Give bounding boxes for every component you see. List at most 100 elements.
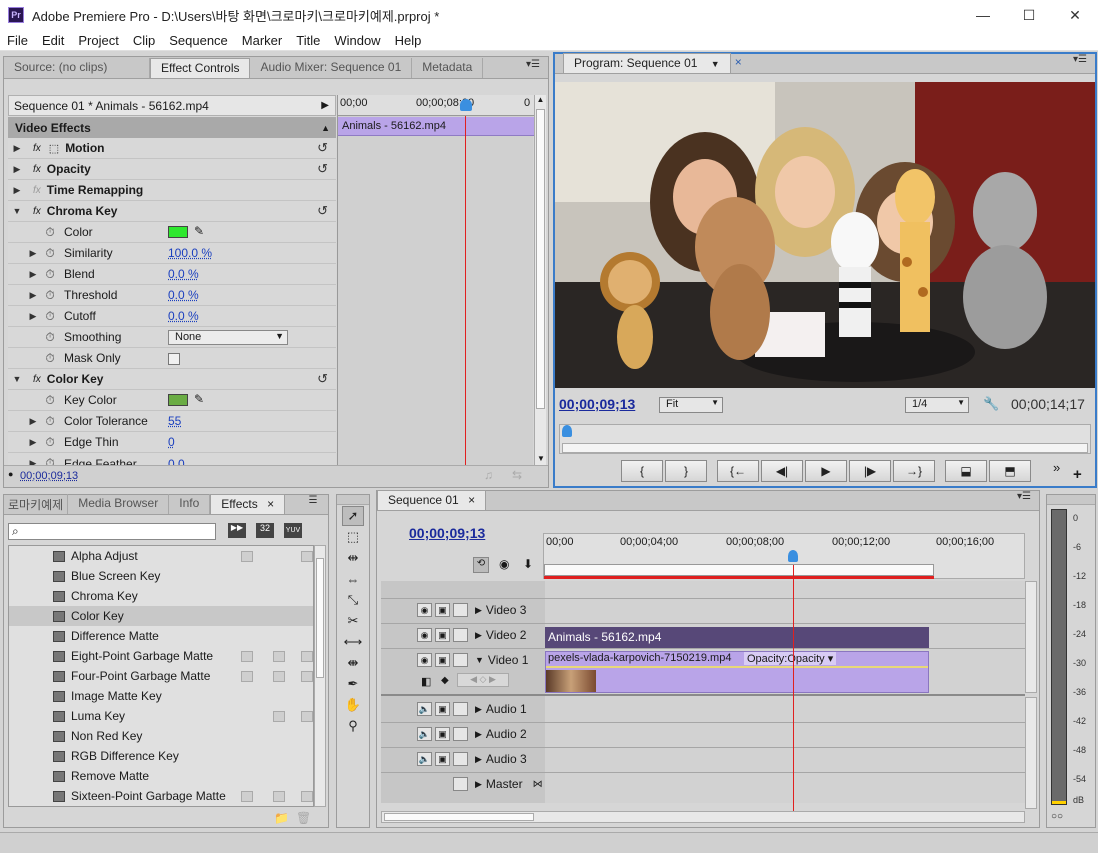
- expand-triangle-icon[interactable]: ▶: [11, 143, 23, 154]
- mask-only-checkbox[interactable]: [168, 353, 180, 365]
- vertical-scrollbar[interactable]: ▲ ▼: [534, 95, 546, 465]
- toggle-audio-icon[interactable]: ⇆: [512, 468, 522, 482]
- expand-triangle-icon[interactable]: ▶: [475, 630, 482, 641]
- list-item[interactable]: RGB Difference Key: [9, 746, 313, 766]
- rate-stretch-tool-icon[interactable]: ⤡: [342, 590, 364, 610]
- slide-tool-icon[interactable]: ⇼: [342, 653, 364, 673]
- tab-audio-mixer[interactable]: Audio Mixer: Sequence 01: [250, 58, 413, 78]
- stopwatch-icon[interactable]: ⏱: [42, 351, 58, 366]
- list-item[interactable]: Luma Key: [9, 706, 313, 726]
- scroll-thumb[interactable]: [536, 109, 545, 409]
- zoom-select[interactable]: Fit ▼: [659, 397, 723, 413]
- menu-project[interactable]: Project: [71, 33, 125, 48]
- list-item[interactable]: Alpha Adjust: [9, 546, 313, 566]
- pen-tool-icon[interactable]: ✒: [342, 674, 364, 694]
- list-item[interactable]: Sixteen-Point Garbage Matte: [9, 786, 313, 806]
- expand-triangle-icon[interactable]: ▶: [475, 779, 482, 790]
- reset-icon[interactable]: ↺: [317, 203, 328, 219]
- delete-icon[interactable]: 🗑: [296, 811, 311, 825]
- slip-tool-icon[interactable]: ⟷: [342, 632, 364, 652]
- expand-triangle-icon[interactable]: ▶: [27, 290, 39, 301]
- accelerated-effects-icon[interactable]: ▶▶: [228, 523, 246, 538]
- effect-row-chroma-key[interactable]: ▼ fx Chroma Key ↺: [8, 201, 336, 222]
- expand-triangle-icon[interactable]: ▶: [27, 437, 39, 448]
- mark-out-button[interactable]: }: [665, 460, 707, 482]
- expand-triangle-icon[interactable]: ▶: [475, 704, 482, 715]
- close-tab-icon[interactable]: ×: [267, 497, 274, 511]
- minimize-button[interactable]: —: [960, 0, 1006, 30]
- clip-animals[interactable]: Animals - 56162.mp4: [545, 627, 929, 648]
- fx-icon[interactable]: fx: [33, 164, 41, 175]
- opacity-fx-dropdown[interactable]: Opacity:Opacity ▾: [744, 652, 837, 665]
- close-button[interactable]: ✕: [1052, 0, 1098, 30]
- effect-row-color-key[interactable]: ▼ fx Color Key ↺: [8, 369, 336, 390]
- step-forward-button[interactable]: |▶: [849, 460, 891, 482]
- mini-clip-bar[interactable]: Animals - 56162.mp4: [338, 117, 534, 136]
- scroll-thumb[interactable]: [316, 558, 324, 678]
- key-color-swatch[interactable]: [168, 394, 188, 406]
- video-scrollbar[interactable]: [1025, 581, 1037, 693]
- menu-edit[interactable]: Edit: [35, 33, 71, 48]
- lock-toggle-icon[interactable]: [453, 777, 468, 791]
- menu-file[interactable]: File: [0, 33, 35, 48]
- expand-triangle-icon[interactable]: ▶: [11, 164, 23, 175]
- opacity-rubberband[interactable]: [546, 666, 928, 668]
- mark-in-button[interactable]: {: [621, 460, 663, 482]
- tab-media-browser[interactable]: Media Browser: [68, 494, 170, 514]
- resolution-select[interactable]: 1/4 ▼: [905, 397, 969, 413]
- playhead-handle-icon[interactable]: [788, 550, 798, 562]
- list-item[interactable]: Blue Screen Key: [9, 566, 313, 586]
- go-to-out-button[interactable]: →}: [893, 460, 935, 482]
- expand-triangle-icon[interactable]: ▶: [27, 416, 39, 427]
- lock-toggle-icon[interactable]: [453, 727, 468, 741]
- expand-triangle-icon[interactable]: ▶: [27, 458, 39, 465]
- menu-marker[interactable]: Marker: [235, 33, 289, 48]
- chroma-color-swatch[interactable]: [168, 226, 188, 238]
- program-current-timecode[interactable]: 00;00;09;13: [559, 396, 635, 412]
- list-item[interactable]: Eight-Point Garbage Matte: [9, 646, 313, 666]
- list-item[interactable]: Difference Matte: [9, 626, 313, 646]
- sync-lock-icon[interactable]: ▣: [435, 628, 450, 642]
- stopwatch-icon[interactable]: ⏱: [42, 246, 58, 261]
- list-item[interactable]: Non Red Key: [9, 726, 313, 746]
- track-select-tool-icon[interactable]: ⬚: [342, 527, 364, 547]
- menu-window[interactable]: Window: [327, 33, 387, 48]
- panel-menu-icon[interactable]: ▾☰: [1013, 491, 1035, 507]
- fx-icon[interactable]: fx: [33, 374, 41, 385]
- expand-triangle-icon[interactable]: ▶: [475, 754, 482, 765]
- stopwatch-icon[interactable]: ⏱: [42, 456, 58, 465]
- smoothing-select[interactable]: None ▼: [168, 330, 288, 345]
- effect-timecode[interactable]: 00;00;09;13: [20, 470, 78, 482]
- expand-triangle-icon[interactable]: ▶: [27, 248, 39, 259]
- 32bit-effects-icon[interactable]: 32: [256, 523, 274, 538]
- expand-triangle-icon[interactable]: ▶: [11, 185, 23, 196]
- sync-lock-icon[interactable]: ▣: [435, 727, 450, 741]
- eyedropper-icon[interactable]: ✎: [194, 392, 204, 406]
- razor-tool-icon[interactable]: ✂: [342, 611, 364, 631]
- menu-sequence[interactable]: Sequence: [162, 33, 235, 48]
- zoom-scrollbar[interactable]: [562, 443, 1088, 453]
- blend-value[interactable]: 0.0 %: [168, 267, 199, 281]
- go-to-in-button[interactable]: {←: [717, 460, 759, 482]
- new-bin-icon[interactable]: 📁: [274, 811, 289, 825]
- step-back-button[interactable]: ◀|: [761, 460, 803, 482]
- program-video-frame[interactable]: [555, 82, 1095, 388]
- stopwatch-icon[interactable]: ⏱: [42, 414, 58, 429]
- horizontal-scrollbar[interactable]: [381, 811, 1025, 823]
- eyedropper-icon[interactable]: ✎: [194, 224, 204, 238]
- tab-effects[interactable]: Effects ×: [210, 494, 286, 514]
- playhead-handle-icon[interactable]: [460, 99, 472, 111]
- wrench-settings-icon[interactable]: 🔧: [983, 396, 999, 412]
- timeline-ruler[interactable]: 00;00 00;00;04;00 00;00;08;00 00;00;12;0…: [543, 533, 1025, 579]
- eye-toggle-icon[interactable]: ◉: [417, 603, 432, 617]
- maximize-button[interactable]: ☐: [1006, 0, 1052, 30]
- sync-lock-icon[interactable]: ▣: [435, 653, 450, 667]
- sync-lock-icon[interactable]: ▣: [435, 752, 450, 766]
- tab-info[interactable]: Info: [169, 494, 211, 514]
- scroll-thumb[interactable]: [384, 813, 534, 821]
- program-scrubber[interactable]: [559, 424, 1091, 454]
- keyframe-toggle-icon[interactable]: ◆: [441, 675, 449, 686]
- lock-toggle-icon[interactable]: [453, 653, 468, 667]
- stopwatch-icon[interactable]: ⏱: [42, 288, 58, 303]
- set-marker-icon[interactable]: ◉: [499, 557, 509, 571]
